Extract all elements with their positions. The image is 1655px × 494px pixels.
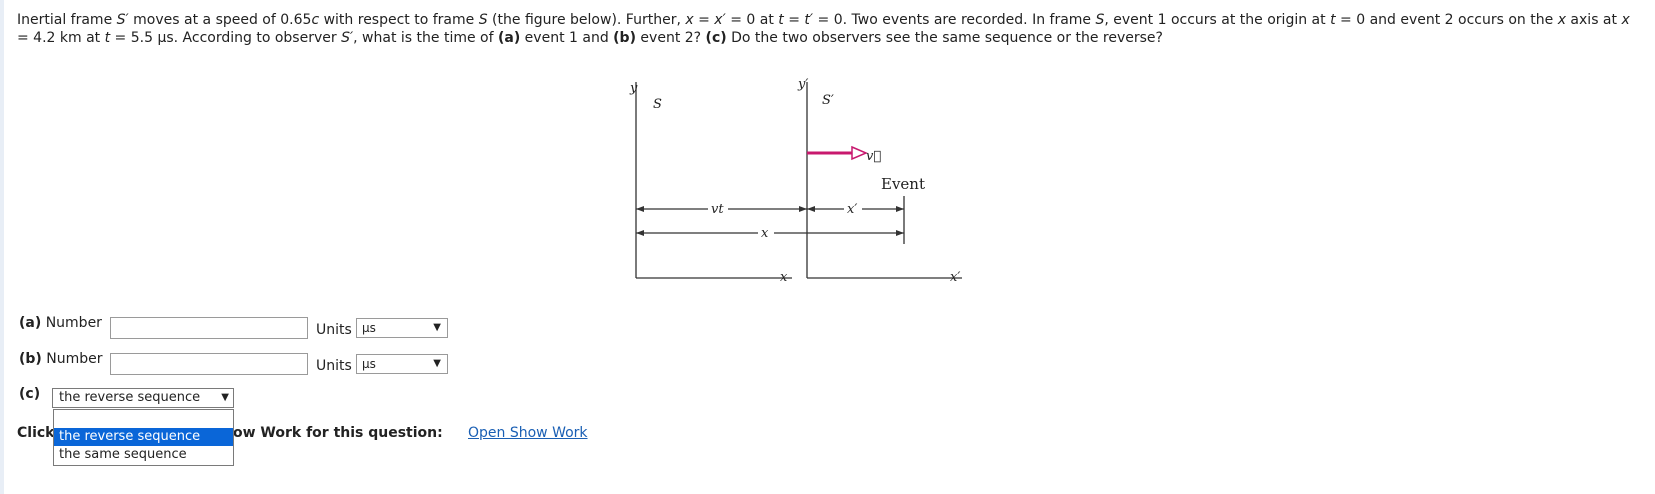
xprime-dim-label: x′	[847, 202, 857, 217]
yprime-label: y′	[797, 77, 808, 92]
sprime-label: S′	[822, 93, 834, 108]
part-a-units-label: Units	[316, 322, 352, 338]
velocity-label: v⃗	[866, 149, 881, 164]
sequence-dropdown-list[interactable]: the reverse sequence the same sequence	[53, 409, 234, 466]
part-c-sequence-select[interactable]: the reverse sequence ▼	[52, 388, 234, 408]
velocity-arrowhead	[851, 145, 868, 161]
xprime-left-arrowhead	[807, 206, 815, 212]
x-dim-label: x	[761, 226, 769, 241]
show-work-text: ow Work for this question:	[233, 425, 443, 441]
part-b-label: (b) Number	[19, 351, 103, 367]
chevron-down-icon: ▼	[221, 392, 229, 403]
question-text: Inertial frame S′ moves at a speed of 0.…	[17, 12, 1630, 46]
left-margin-bar	[0, 0, 4, 494]
chevron-down-icon: ▼	[433, 358, 441, 369]
part-b-number-input[interactable]	[110, 353, 308, 375]
xprime-right-arrowhead	[896, 206, 904, 212]
part-a-units-select[interactable]: μs ▼	[356, 318, 448, 338]
open-show-work-link[interactable]: Open Show Work	[468, 425, 588, 441]
part-a-number-input[interactable]	[110, 317, 308, 339]
x-right-arrowhead	[896, 230, 904, 236]
part-b-units-select[interactable]: μs ▼	[356, 354, 448, 374]
dropdown-option-same[interactable]: the same sequence	[54, 446, 233, 464]
x-axis-label: x	[780, 270, 788, 285]
x-left-arrowhead	[636, 230, 644, 236]
dropdown-option-reverse[interactable]: the reverse sequence	[54, 428, 233, 446]
click-text: Click	[17, 425, 55, 441]
vt-right-arrowhead	[799, 206, 807, 212]
xprime-axis-label: x′	[950, 270, 960, 285]
y-label: y	[629, 81, 638, 96]
vt-label: vt	[711, 202, 724, 217]
vt-left-arrowhead	[636, 206, 644, 212]
chevron-down-icon: ▼	[433, 322, 441, 333]
reference-frames-figure: y S y′ S′ v⃗ Event vt x′ x x x′	[629, 77, 962, 285]
part-a-label: (a) Number	[19, 315, 102, 331]
s-label: S	[653, 97, 662, 112]
event-label: Event	[881, 175, 925, 193]
part-b-units-label: Units	[316, 358, 352, 374]
part-c-label: (c)	[19, 386, 41, 402]
